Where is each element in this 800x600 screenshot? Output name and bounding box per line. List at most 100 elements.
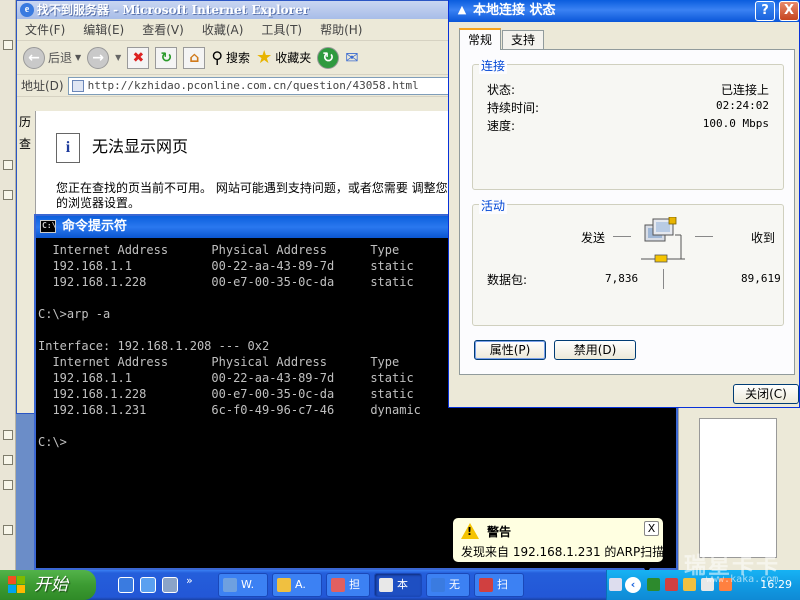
dialog-tabs: 常规 支持 (459, 28, 545, 50)
duration-row: 持续时间: 02:24:02 (487, 99, 769, 115)
address-input[interactable]: http://kzhidao.pconline.com.cn/question/… (67, 76, 451, 95)
tab-support[interactable]: 支持 (502, 30, 545, 50)
nav-history[interactable]: 历 (17, 111, 35, 133)
connection-group: 连接 状态: 已连接上 持续时间: 02:24:02 速度: 100.0 Mbp… (472, 57, 784, 190)
chevron-down-icon: ▼ (75, 53, 82, 62)
menu-edit[interactable]: 编辑(E) (83, 21, 124, 38)
address-url: http://kzhidao.pconline.com.cn/question/… (87, 79, 419, 92)
address-label: 地址(D) (21, 79, 64, 93)
help-button[interactable]: ? (755, 1, 775, 21)
page-heading: 无法显示网页 (92, 137, 189, 156)
forward-button[interactable]: → (87, 46, 110, 69)
tab-panel: 连接 状态: 已连接上 持续时间: 02:24:02 速度: 100.0 Mbp… (459, 49, 795, 375)
ie-menu-bar: 文件(F) 编辑(E) 查看(V) 收藏(A) 工具(T) 帮助(H) (17, 19, 451, 41)
search-button[interactable]: ⚲ 搜索 (211, 48, 250, 67)
task-button[interactable]: 担 (326, 573, 370, 597)
browser-quicklaunch-icon[interactable] (140, 577, 156, 593)
task-button[interactable]: 无 (426, 573, 470, 597)
cmd-prompt-line: C:\> (38, 435, 67, 449)
desktop-left-strip (0, 0, 16, 570)
status-row: 状态: 已连接上 (487, 81, 769, 97)
warning-balloon[interactable]: ! 警告 发现来自 192.168.1.231 的ARP扫描 X (452, 517, 664, 573)
quicklaunch-chevron-icon[interactable]: » (186, 574, 193, 587)
start-button[interactable]: 开始 (0, 570, 96, 600)
start-label: 开始 (34, 575, 68, 594)
info-icon: i (56, 133, 80, 163)
network-activity-icon (641, 216, 685, 267)
task-button[interactable]: W. (218, 573, 268, 597)
received-label: 收到 (751, 231, 776, 245)
network-icon (379, 578, 393, 592)
ie-quicklaunch-icon[interactable] (118, 577, 134, 593)
sent-label: 发送 (581, 231, 606, 245)
nav-search[interactable]: 查 (17, 133, 35, 155)
packets-label: 数据包: (487, 273, 528, 287)
balloon-close-button[interactable]: X (644, 521, 659, 536)
task-label: 本 (397, 578, 408, 591)
task-label: W. (241, 578, 255, 591)
divider (663, 269, 664, 289)
warning-exclamation: ! (467, 525, 473, 538)
stop-icon[interactable]: ✖ (127, 46, 150, 69)
ie-icon (431, 578, 445, 592)
activity-group: 活动 发送 收到 数据包: 7,836 89,619 (472, 197, 784, 326)
network-icon: ▲ (457, 3, 467, 16)
home-icon[interactable]: ⌂ (183, 46, 206, 69)
back-label: 后退 (48, 51, 73, 65)
tab-general[interactable]: 常规 (459, 28, 502, 50)
divider (613, 236, 631, 237)
tray-expand-icon[interactable]: ‹ (625, 577, 641, 593)
ie-toolbar: ← 后退 ▼ → ▼ ✖ ↻ ⌂ ⚲ 搜索 ★ 收藏夹 ↻ ✉ (17, 41, 451, 75)
task-button-active[interactable]: 本 (374, 573, 422, 597)
duration-label: 持续时间: (487, 101, 540, 115)
menu-help[interactable]: 帮助(H) (320, 21, 362, 38)
back-button[interactable]: ← 后退 ▼ (23, 46, 82, 69)
desktop-icon[interactable] (3, 430, 13, 440)
properties-button[interactable]: 属性(P) (474, 340, 546, 360)
menu-file[interactable]: 文件(F) (25, 21, 65, 38)
folder-icon (277, 578, 291, 592)
desktop-icon[interactable] (3, 160, 13, 170)
keyboard-icon[interactable] (609, 578, 622, 591)
desktop-icon[interactable] (3, 455, 13, 465)
favorites-button[interactable]: ★ 收藏夹 (256, 47, 311, 68)
search-label: 搜索 (226, 51, 251, 65)
menu-view[interactable]: 查看(V) (142, 21, 184, 38)
task-label: 扫 (497, 578, 508, 591)
ie-title-bar[interactable]: e 找不到服务器 - Microsoft Internet Explorer (17, 1, 451, 19)
desktop-icon[interactable] (3, 480, 13, 490)
star-icon: ★ (256, 47, 273, 68)
sent-packets: 7,836 (605, 272, 639, 285)
desktop-icon[interactable] (3, 190, 13, 200)
task-label: 担 (349, 578, 360, 591)
menu-favorites[interactable]: 收藏(A) (202, 21, 244, 38)
speed-label: 速度: (487, 119, 516, 133)
ie-address-bar: 地址(D) http://kzhidao.pconline.com.cn/que… (17, 75, 451, 97)
window-icon (223, 578, 237, 592)
refresh-icon[interactable]: ↻ (155, 46, 178, 69)
disable-button[interactable]: 禁用(D) (554, 340, 636, 360)
desktop-icon[interactable] (3, 40, 13, 50)
cmd-line (38, 418, 676, 434)
page-paragraph: 您正在查找的页当前不可用。 网站可能遇到支持问题，或者您需要 调整您的浏览器设置… (56, 181, 448, 210)
watermark-url: www.kaka.com (706, 574, 779, 585)
mail-icon[interactable]: ✉ (345, 48, 358, 67)
windows-flag-icon (8, 576, 26, 594)
search-icon: ⚲ (211, 48, 224, 67)
status-value: 已连接上 (720, 83, 769, 97)
speed-value: 100.0 Mbps (702, 117, 769, 130)
ie-window-title: 找不到服务器 - Microsoft Internet Explorer (37, 3, 309, 17)
title-close-button[interactable]: X (779, 1, 799, 21)
ie-logo-icon: e (20, 3, 34, 17)
dialog-title-bar[interactable]: ▲ 本地连接 状态 ? X (449, 0, 799, 22)
tray-app-icon[interactable] (647, 578, 660, 591)
close-button[interactable]: 关闭(C) (733, 384, 799, 404)
tray-app-icon[interactable] (665, 578, 678, 591)
task-button[interactable]: 扫 (474, 573, 524, 597)
menu-tools[interactable]: 工具(T) (261, 21, 302, 38)
history-icon[interactable]: ↻ (317, 46, 340, 69)
task-button[interactable]: A. (272, 573, 322, 597)
desktop-icon[interactable] (3, 525, 13, 535)
app-quicklaunch-icon[interactable] (162, 577, 178, 593)
back-arrow-icon: ← (23, 46, 45, 69)
